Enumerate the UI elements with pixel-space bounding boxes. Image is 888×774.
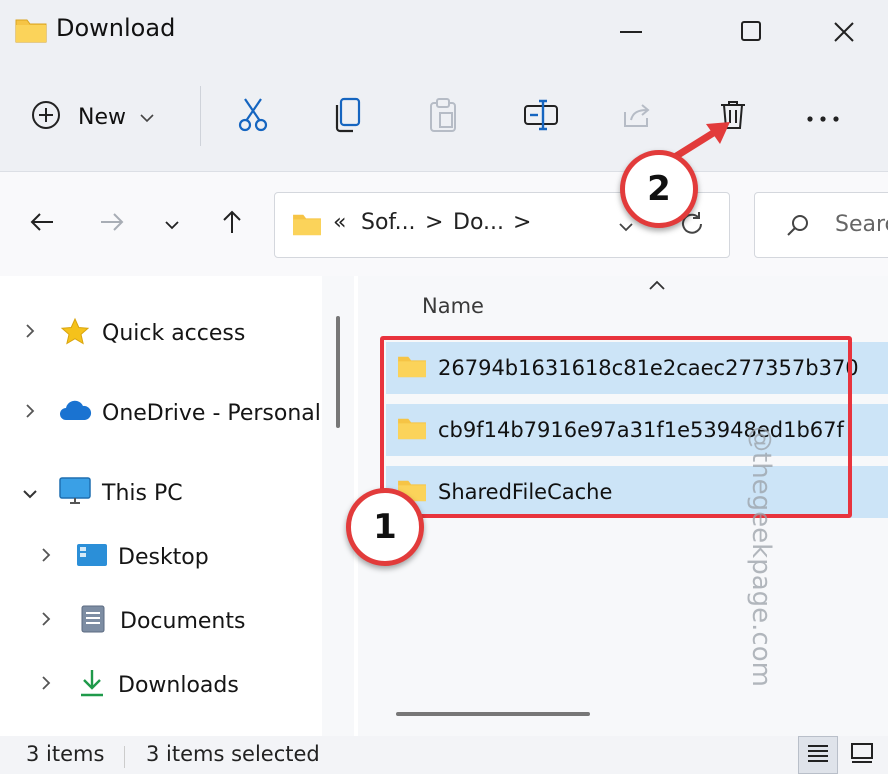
watermark: @thegeekpage.com (746, 426, 776, 687)
callout-badge-2: 2 (620, 150, 698, 228)
callout-badge-1: 1 (346, 488, 424, 566)
